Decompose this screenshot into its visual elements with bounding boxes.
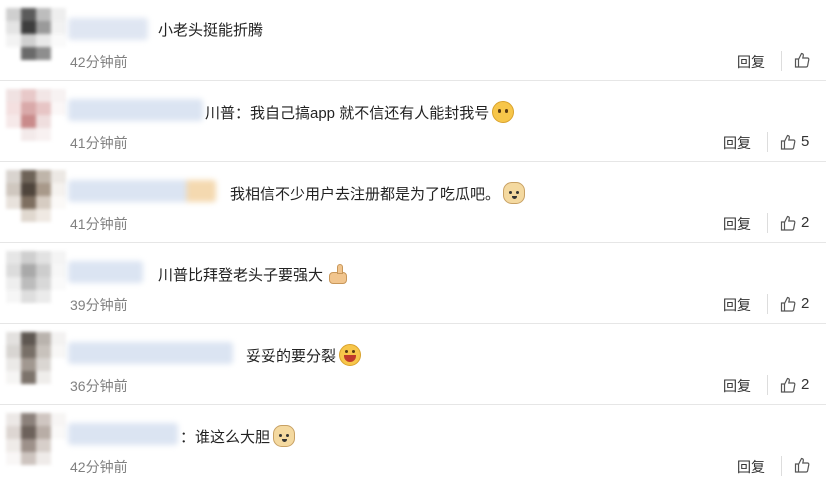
laugh-cry-emoji-icon — [492, 101, 515, 123]
comment-time: 41分钟前 — [70, 216, 128, 232]
like-button[interactable] — [794, 457, 815, 473]
like-count: 2 — [801, 214, 810, 231]
comment-time: 42分钟前 — [70, 54, 128, 70]
comment-text-body: 小老头挺能折腾 — [158, 22, 264, 39]
avatar[interactable] — [6, 332, 66, 384]
reply-button[interactable]: 回复 — [723, 133, 751, 153]
reply-button[interactable]: 回复 — [723, 295, 751, 315]
divider — [767, 375, 768, 395]
thumbs-up-icon — [794, 457, 810, 473]
thumbs-up-emoji-icon — [326, 263, 350, 285]
like-button[interactable]: 2 — [780, 295, 809, 312]
comment-time: 42分钟前 — [70, 459, 128, 475]
thumbs-up-icon — [780, 134, 796, 150]
avatar[interactable] — [6, 170, 66, 222]
username[interactable] — [68, 180, 216, 202]
comment-text: ：谁这么大胆 — [180, 425, 296, 449]
doge-emoji-icon — [503, 182, 526, 204]
comment-time: 41分钟前 — [70, 135, 128, 151]
like-button[interactable]: 2 — [780, 214, 809, 231]
reply-button[interactable]: 回复 — [723, 376, 751, 396]
comment-item: 川普比拜登老头子要强大 39分钟前 回复 2 — [0, 243, 826, 324]
grinning-emoji-icon — [339, 344, 362, 366]
reply-button[interactable]: 回复 — [737, 457, 765, 477]
comment-text: 我相信不少用户去注册都是为了吃瓜吧。 — [230, 182, 526, 206]
username[interactable] — [68, 18, 148, 40]
comment-text-body: 川普：我自己搞app 就不信还有人能封我号 — [205, 105, 490, 122]
doge-emoji-icon — [273, 425, 296, 447]
thumbs-up-icon — [794, 52, 810, 68]
comment-text: 小老头挺能折腾 — [158, 20, 263, 42]
reply-button[interactable]: 回复 — [737, 52, 765, 72]
thumbs-up-icon — [780, 377, 796, 393]
comment-text: 川普：我自己搞app 就不信还有人能封我号 — [205, 101, 515, 125]
username[interactable] — [68, 261, 143, 283]
like-button[interactable]: 2 — [780, 376, 809, 393]
reply-button[interactable]: 回复 — [723, 214, 751, 234]
comment-time: 36分钟前 — [70, 378, 128, 394]
comment-item: ：谁这么大胆 42分钟前 回复 — [0, 405, 826, 486]
like-count: 2 — [801, 376, 810, 393]
thumbs-up-icon — [780, 296, 796, 312]
thumbs-up-icon — [780, 215, 796, 231]
avatar[interactable] — [6, 8, 66, 60]
comment-text-body: ：谁这么大胆 — [180, 429, 271, 446]
comment-item: 小老头挺能折腾 42分钟前 回复 — [0, 0, 826, 81]
comment-text: 妥妥的要分裂 — [246, 344, 362, 368]
avatar[interactable] — [6, 89, 66, 141]
comment-text: 川普比拜登老头子要强大 — [158, 263, 350, 287]
comment-item: 妥妥的要分裂 36分钟前 回复 2 — [0, 324, 826, 405]
avatar[interactable] — [6, 413, 66, 465]
like-count: 2 — [801, 295, 810, 312]
comment-time: 39分钟前 — [70, 297, 128, 313]
like-button[interactable] — [794, 52, 815, 68]
divider — [781, 456, 782, 476]
divider — [767, 132, 768, 152]
comment-text-body: 妥妥的要分裂 — [246, 348, 337, 365]
comment-text-body: 川普比拜登老头子要强大 — [158, 267, 324, 284]
username[interactable] — [68, 99, 203, 121]
divider — [781, 51, 782, 71]
comment-text-body: 我相信不少用户去注册都是为了吃瓜吧。 — [230, 186, 501, 203]
username[interactable] — [68, 342, 233, 364]
divider — [767, 294, 768, 314]
divider — [767, 213, 768, 233]
avatar[interactable] — [6, 251, 66, 303]
comment-item: 我相信不少用户去注册都是为了吃瓜吧。 41分钟前 回复 2 — [0, 162, 826, 243]
like-count: 5 — [801, 133, 810, 150]
username[interactable] — [68, 423, 178, 445]
comment-item: 川普：我自己搞app 就不信还有人能封我号 41分钟前 回复 5 — [0, 81, 826, 162]
like-button[interactable]: 5 — [780, 133, 809, 150]
